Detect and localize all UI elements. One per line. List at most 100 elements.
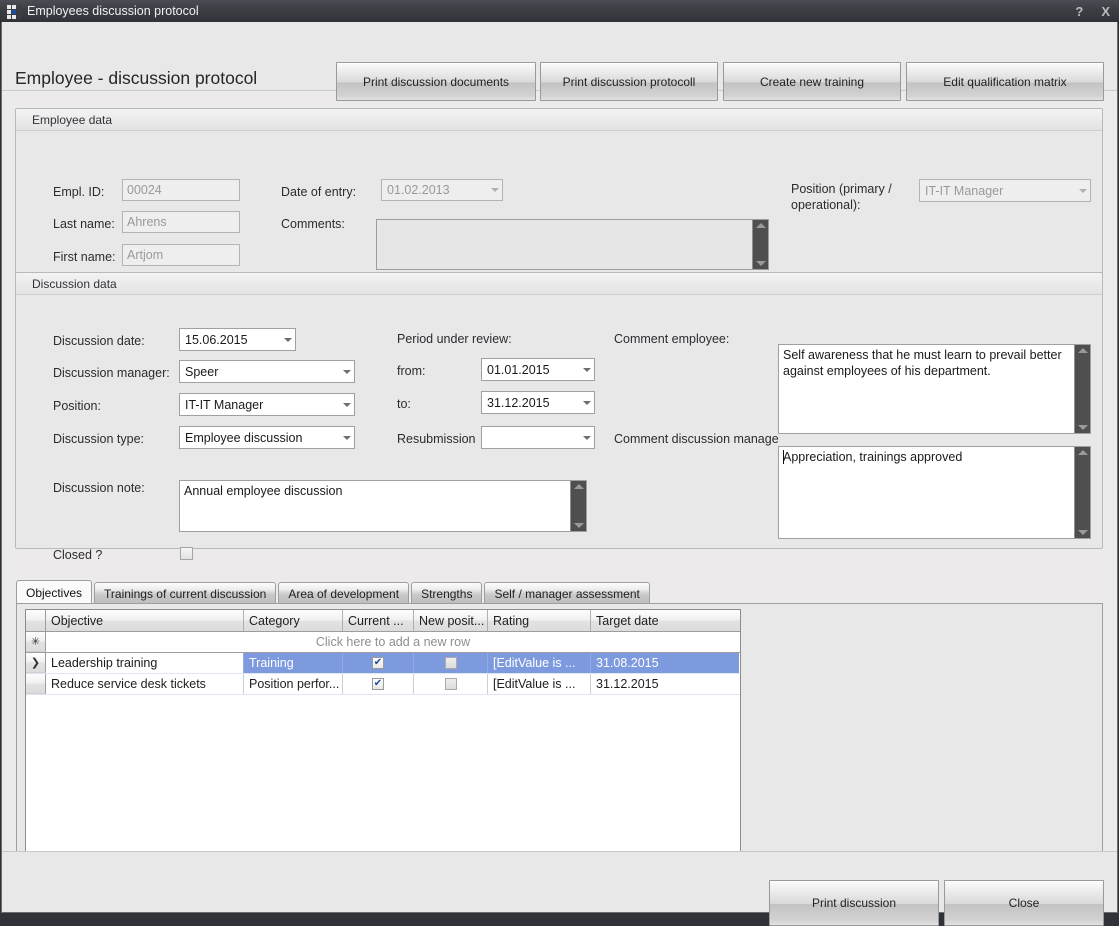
column-header-objective[interactable]: Objective bbox=[46, 610, 244, 631]
app-logo-icon bbox=[7, 4, 21, 19]
cell-rating[interactable]: [EditValue is ... bbox=[488, 674, 591, 694]
discussion-type-field[interactable]: Employee discussion bbox=[179, 426, 355, 449]
print-discussion-button[interactable]: Print discussion bbox=[769, 880, 939, 926]
table-row[interactable]: ❯ Leadership training Training ✔ [EditVa… bbox=[26, 653, 740, 674]
grid-header-row: Objective Category Current ... New posit… bbox=[26, 610, 740, 632]
discussion-note-scrollbar[interactable] bbox=[570, 481, 586, 531]
period-from-field[interactable]: 01.01.2015 bbox=[481, 358, 595, 381]
period-to-value: 31.12.2015 bbox=[487, 395, 550, 410]
comment-employee-scrollbar[interactable] bbox=[1074, 345, 1090, 433]
discussion-manager-field[interactable]: Speer bbox=[179, 360, 355, 383]
cell-target-date[interactable]: 31.12.2015 bbox=[591, 674, 739, 694]
column-header-new-position[interactable]: New posit... bbox=[414, 610, 488, 631]
column-header-target-date[interactable]: Target date bbox=[591, 610, 739, 631]
print-discussion-documents-button[interactable]: Print discussion documents bbox=[336, 62, 536, 101]
position-primary-value: IT-IT Manager bbox=[925, 183, 1004, 198]
close-button[interactable]: Close bbox=[944, 880, 1104, 926]
resubmission-field[interactable] bbox=[481, 426, 595, 449]
tab-trainings-of-current-discussion[interactable]: Trainings of current discussion bbox=[94, 582, 277, 604]
cell-current[interactable]: ✔ bbox=[343, 653, 414, 673]
comment-employee-label: Comment employee: bbox=[614, 332, 730, 346]
discussion-note-textarea[interactable]: Annual employee discussion bbox=[179, 480, 587, 532]
discussion-note-value: Annual employee discussion bbox=[184, 484, 343, 498]
empl-id-field[interactable]: 00024 bbox=[122, 179, 240, 201]
close-icon[interactable]: X bbox=[1101, 5, 1110, 18]
chevron-down-icon bbox=[339, 403, 354, 407]
cell-target-date[interactable]: 31.08.2015 bbox=[591, 653, 739, 673]
tab-area-of-development[interactable]: Area of development bbox=[278, 582, 410, 604]
comment-manager-textarea[interactable]: Appreciation, trainings approved bbox=[778, 446, 1091, 539]
cell-category[interactable]: Position perfor... bbox=[244, 674, 343, 694]
new-row-hint: Click here to add a new row bbox=[315, 635, 471, 649]
first-name-label: First name: bbox=[53, 250, 116, 264]
first-name-field[interactable]: Artjom bbox=[122, 244, 240, 266]
position-label-line1: Position (primary / bbox=[791, 182, 892, 196]
discussion-position-label: Position: bbox=[53, 399, 101, 413]
discussion-position-value: IT-IT Manager bbox=[185, 397, 264, 412]
create-new-training-button[interactable]: Create new training bbox=[723, 62, 901, 101]
checkbox-checked-icon[interactable]: ✔ bbox=[372, 657, 384, 669]
comment-manager-label: Comment discussion manage bbox=[614, 432, 779, 446]
cell-new-position[interactable] bbox=[414, 674, 488, 694]
chevron-down-icon bbox=[280, 338, 295, 342]
last-name-field[interactable]: Ahrens bbox=[122, 211, 240, 233]
employee-data-caption-text: Employee data bbox=[32, 113, 113, 127]
employee-data-group: Employee data Empl. ID: 00024 Last name:… bbox=[15, 108, 1103, 284]
row-marker bbox=[26, 674, 46, 694]
cell-category[interactable]: Training bbox=[244, 653, 343, 673]
position-label-line2: operational): bbox=[791, 198, 861, 212]
tab-self-manager-assessment[interactable]: Self / manager assessment bbox=[484, 582, 650, 604]
period-to-field[interactable]: 31.12.2015 bbox=[481, 391, 595, 414]
client-area: Employee - discussion protocol Print dis… bbox=[1, 22, 1118, 926]
window-titlebar: Employees discussion protocol ? X bbox=[0, 0, 1119, 23]
position-primary-label: Position (primary / operational): bbox=[791, 181, 892, 213]
table-row[interactable]: Reduce service desk tickets Position per… bbox=[26, 674, 740, 695]
last-name-label: Last name: bbox=[53, 217, 115, 231]
current-row-marker-icon: ❯ bbox=[26, 653, 46, 673]
chevron-down-icon bbox=[579, 401, 594, 405]
cell-current[interactable]: ✔ bbox=[343, 674, 414, 694]
period-to-label: to: bbox=[397, 397, 411, 411]
discussion-date-field[interactable]: 15.06.2015 bbox=[179, 328, 296, 351]
closed-checkbox[interactable] bbox=[180, 547, 193, 560]
comment-employee-textarea[interactable]: Self awareness that he must learn to pre… bbox=[778, 344, 1091, 434]
discussion-date-label: Discussion date: bbox=[53, 334, 145, 348]
application-window: Employees discussion protocol ? X Employ… bbox=[0, 0, 1119, 926]
cell-new-position[interactable] bbox=[414, 653, 488, 673]
checkbox-unchecked-icon[interactable] bbox=[444, 678, 457, 690]
window-controls: ? X bbox=[1075, 5, 1119, 18]
objectives-grid[interactable]: Objective Category Current ... New posit… bbox=[25, 609, 741, 862]
discussion-data-caption-text: Discussion data bbox=[32, 277, 117, 291]
grid-new-row[interactable]: ✳ Click here to add a new row bbox=[26, 632, 740, 653]
discussion-position-field[interactable]: IT-IT Manager bbox=[179, 393, 355, 416]
checkbox-checked-icon[interactable]: ✔ bbox=[372, 678, 384, 690]
comments-textarea[interactable] bbox=[376, 219, 769, 270]
cell-objective[interactable]: Leadership training bbox=[46, 653, 244, 673]
cell-objective[interactable]: Reduce service desk tickets bbox=[46, 674, 244, 694]
column-header-current[interactable]: Current ... bbox=[343, 610, 414, 631]
grid-header-corner bbox=[26, 610, 46, 631]
cell-rating[interactable]: [EditValue is ... bbox=[488, 653, 591, 673]
comments-value bbox=[377, 220, 752, 269]
help-icon[interactable]: ? bbox=[1075, 5, 1083, 18]
tab-strengths[interactable]: Strengths bbox=[411, 582, 483, 604]
date-of-entry-value: 01.02.2013 bbox=[387, 183, 450, 197]
position-primary-field[interactable]: IT-IT Manager bbox=[919, 179, 1091, 202]
page-title: Employee - discussion protocol bbox=[15, 68, 258, 88]
edit-qualification-matrix-button[interactable]: Edit qualification matrix bbox=[906, 62, 1104, 101]
print-discussion-protocol-button[interactable]: Print discussion protocoll bbox=[540, 62, 718, 101]
comment-manager-scrollbar[interactable] bbox=[1074, 447, 1090, 538]
period-from-label: from: bbox=[397, 364, 426, 378]
period-from-value: 01.01.2015 bbox=[487, 362, 550, 377]
discussion-type-value: Employee discussion bbox=[185, 430, 303, 445]
date-of-entry-field[interactable]: 01.02.2013 bbox=[381, 179, 503, 201]
column-header-category[interactable]: Category bbox=[244, 610, 343, 631]
period-under-review-label: Period under review: bbox=[397, 332, 512, 346]
column-header-rating[interactable]: Rating bbox=[488, 610, 591, 631]
checkbox-unchecked-icon[interactable] bbox=[444, 657, 457, 669]
chevron-down-icon bbox=[339, 370, 354, 374]
discussion-data-caption: Discussion data bbox=[16, 273, 1102, 295]
discussion-note-label: Discussion note: bbox=[53, 481, 145, 495]
comments-scrollbar[interactable] bbox=[752, 220, 768, 269]
tab-objectives[interactable]: Objectives bbox=[16, 580, 93, 604]
